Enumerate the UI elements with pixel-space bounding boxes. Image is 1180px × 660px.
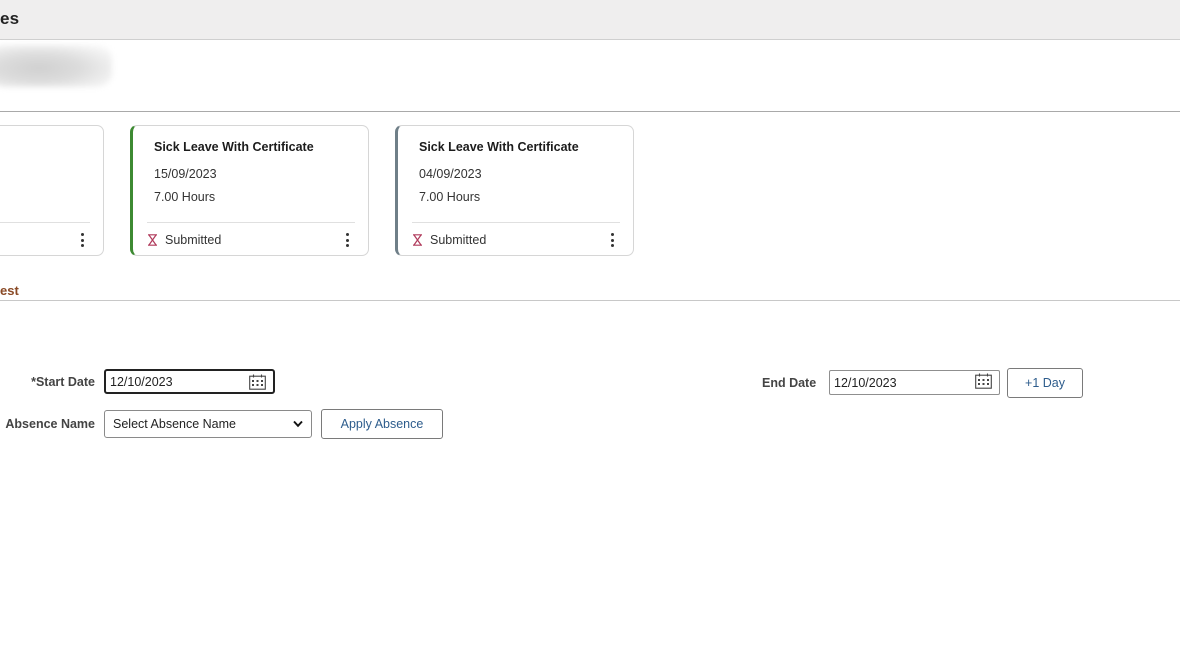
- absence-name-select[interactable]: Select Absence Name: [104, 410, 312, 438]
- status-badge: Submitted: [147, 233, 221, 247]
- plus-one-day-button[interactable]: +1 Day: [1007, 368, 1083, 398]
- absence-name-label: Absence Name: [5, 417, 95, 431]
- card-title: Sick Leave With Certificate: [154, 140, 314, 154]
- divider: [0, 111, 1180, 112]
- absence-card[interactable]: Sick Leave With Certificate 04/09/2023 7…: [395, 125, 634, 256]
- card-divider: [147, 222, 355, 223]
- end-date-field[interactable]: [829, 370, 1000, 395]
- card-title: Sick Leave With Certificate: [419, 140, 579, 154]
- absence-name-selected: Select Absence Name: [113, 417, 236, 431]
- end-date-label: End Date: [762, 376, 817, 390]
- kebab-menu-icon[interactable]: [345, 233, 349, 247]
- calendar-icon[interactable]: [975, 373, 992, 389]
- start-date-input[interactable]: [106, 371, 240, 392]
- card-divider: [412, 222, 620, 223]
- hourglass-icon: [413, 234, 422, 246]
- page-header: es: [0, 0, 1180, 40]
- card-divider: [0, 222, 90, 223]
- card-date: 04/09/2023: [419, 167, 482, 181]
- page-title: es: [0, 9, 20, 28]
- section-heading: est: [0, 283, 19, 298]
- absence-card[interactable]: [0, 125, 104, 256]
- kebab-menu-icon[interactable]: [80, 233, 84, 247]
- kebab-menu-icon[interactable]: [610, 233, 614, 247]
- card-date: 15/09/2023: [154, 167, 217, 181]
- status-text: Submitted: [165, 233, 222, 247]
- absence-page: es Sick Leave With Certificate 15/09/202…: [0, 0, 1180, 660]
- blurred-employee-name: [0, 45, 112, 87]
- status-text: Submitted: [430, 233, 487, 247]
- chevron-down-icon: [293, 420, 303, 428]
- divider: [0, 300, 1180, 301]
- end-date-input[interactable]: [830, 372, 964, 393]
- start-date-field[interactable]: [104, 369, 275, 394]
- hourglass-icon: [148, 234, 157, 246]
- status-badge: Submitted: [412, 233, 486, 247]
- card-hours: 7.00 Hours: [154, 190, 216, 204]
- card-hours: 7.00 Hours: [419, 190, 481, 204]
- calendar-icon[interactable]: [249, 374, 266, 390]
- apply-absence-button[interactable]: Apply Absence: [321, 409, 443, 439]
- absence-card[interactable]: Sick Leave With Certificate 15/09/2023 7…: [130, 125, 369, 256]
- start-date-label: *Start Date: [31, 375, 95, 389]
